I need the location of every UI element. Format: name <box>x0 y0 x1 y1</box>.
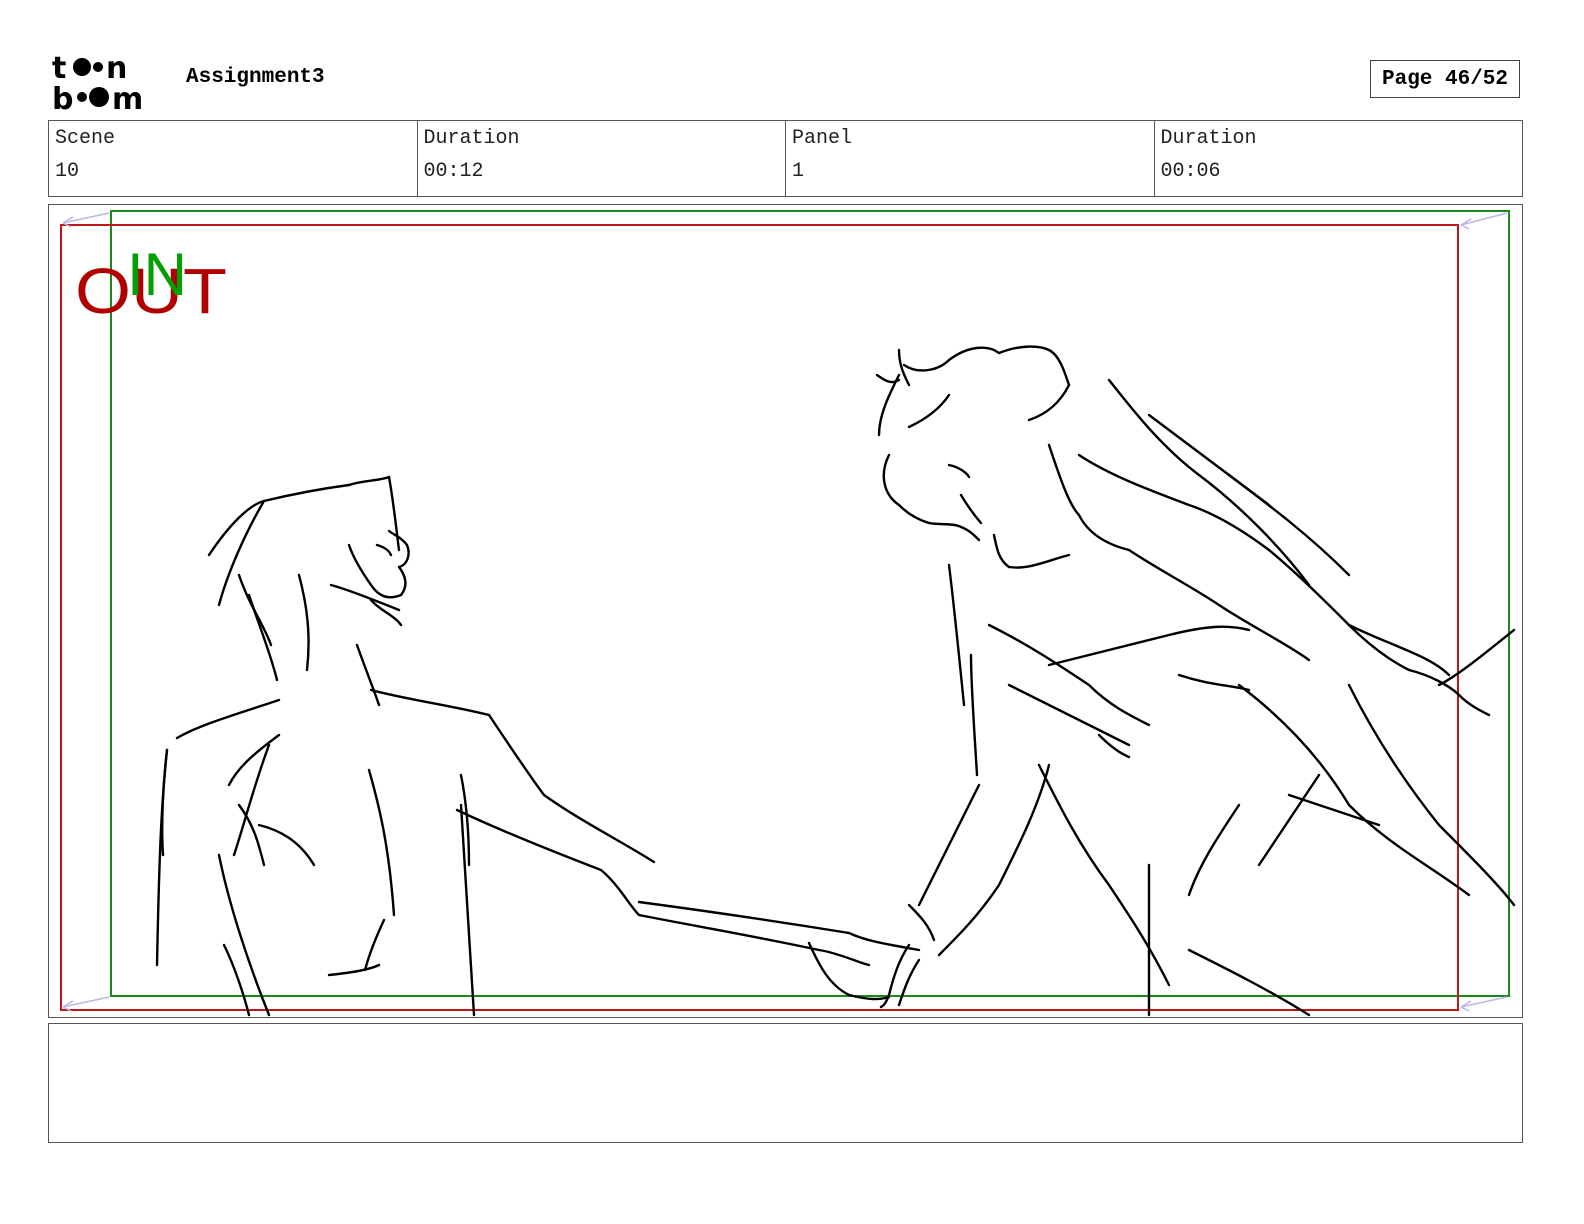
svg-text:m: m <box>112 82 143 112</box>
panel-duration-value: 00:06 <box>1160 160 1221 183</box>
panel-drawing: OUT IN <box>60 210 1516 1017</box>
notes-text <box>49 1024 1522 1040</box>
camera-move-arrows <box>62 212 1508 1012</box>
scene-label: Scene <box>55 127 116 150</box>
scene-duration-label: Duration <box>423 127 520 150</box>
scene-value: 10 <box>55 160 80 183</box>
panel-value: 1 <box>792 160 805 183</box>
page-label: Page 46/52 <box>1381 67 1509 91</box>
info-table: Scene 10 Duration 00:12 Panel 1 Duration… <box>48 120 1523 197</box>
panel-cell: Panel 1 <box>786 121 1155 196</box>
in-label: IN <box>127 241 187 308</box>
scene-cell: Scene 10 <box>49 121 418 196</box>
in-camera-frame <box>110 210 1510 997</box>
panel-notes <box>48 1023 1523 1143</box>
panel-duration-label: Duration <box>1160 127 1257 150</box>
toon-boom-logo: t n b m <box>52 52 143 112</box>
right-figure-sketch <box>875 345 1516 1017</box>
left-figure-sketch <box>155 475 921 1017</box>
svg-text:n: n <box>106 52 127 86</box>
page-indicator: Page 46/52 <box>1370 60 1520 98</box>
project-title: Assignment3 <box>186 66 325 89</box>
storyboard-panel: OUT IN <box>48 204 1523 1018</box>
scene-duration-cell: Duration 00:12 <box>418 121 786 196</box>
panel-duration-cell: Duration 00:06 <box>1155 121 1523 196</box>
svg-text:b: b <box>52 82 73 112</box>
svg-text:t: t <box>52 52 66 86</box>
out-camera-frame <box>60 224 1459 1011</box>
panel-label: Panel <box>792 127 853 150</box>
scene-duration-value: 00:12 <box>423 160 484 183</box>
